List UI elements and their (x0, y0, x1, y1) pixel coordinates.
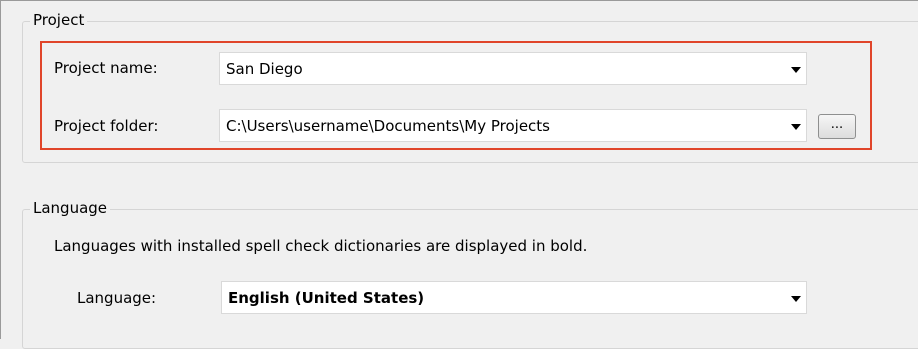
project-name-combobox[interactable]: San Diego (219, 52, 807, 85)
browse-button[interactable]: ... (818, 114, 856, 139)
project-folder-combobox[interactable]: C:\Users\username\Documents\My Projects (219, 109, 807, 142)
language-label: Language: (77, 289, 157, 307)
chevron-down-icon[interactable] (791, 67, 801, 73)
project-folder-label: Project folder: (54, 117, 159, 135)
project-folder-value[interactable]: C:\Users\username\Documents\My Projects (226, 116, 550, 136)
project-name-value[interactable]: San Diego (226, 59, 303, 79)
language-group-title: Language (30, 199, 111, 217)
project-group-title: Project (30, 11, 88, 29)
chevron-down-icon[interactable] (791, 296, 801, 302)
language-info-text: Languages with installed spell check dic… (54, 237, 588, 255)
chevron-down-icon[interactable] (791, 124, 801, 130)
language-value[interactable]: English (United States) (228, 288, 424, 308)
project-name-label: Project name: (54, 59, 158, 77)
language-groupbox (22, 209, 918, 349)
language-combobox[interactable]: English (United States) (221, 281, 807, 314)
